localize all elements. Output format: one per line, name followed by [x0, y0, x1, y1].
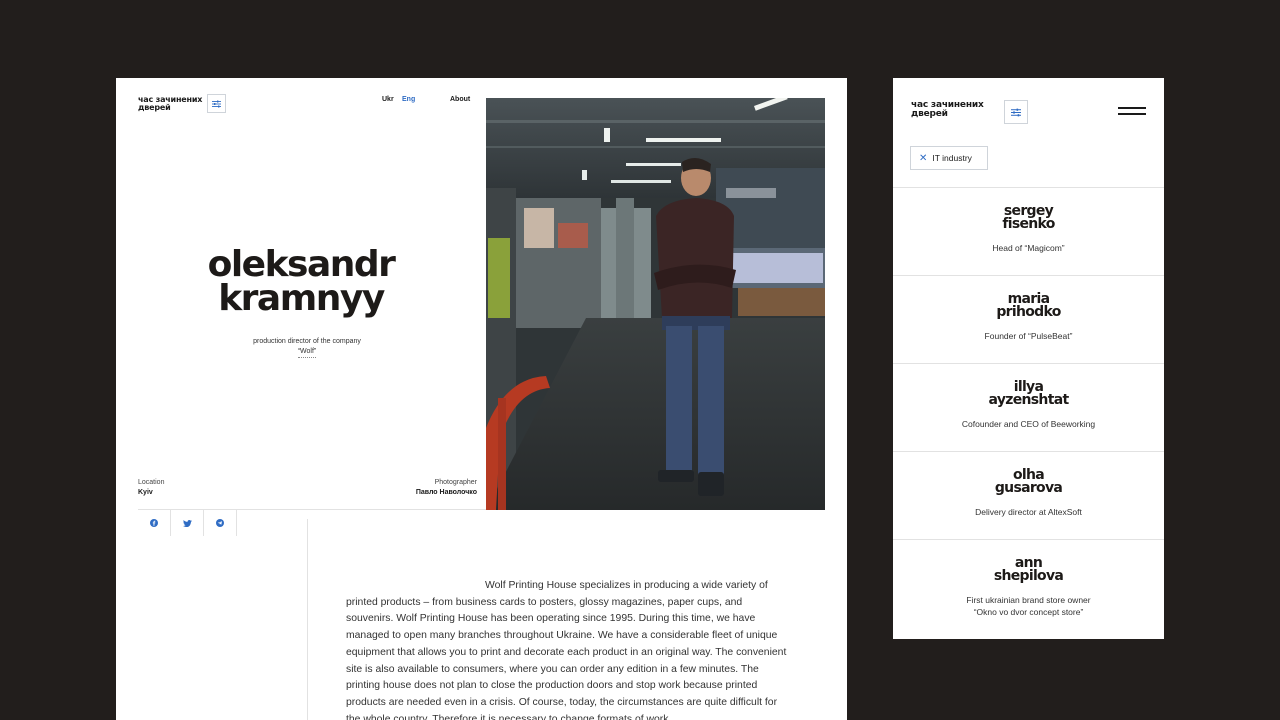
list-item[interactable]: sergey fisenko Head of “Magicom” [893, 187, 1164, 275]
menu-icon[interactable] [1118, 107, 1146, 115]
telegram-icon [216, 519, 224, 527]
list-item[interactable]: olha gusarova Delivery director at Altex… [893, 451, 1164, 539]
column-divider [307, 519, 308, 720]
role-line: Founder of “PulseBeat” [984, 331, 1073, 341]
person-role: Cofounder and CEO of Beeworking [893, 418, 1164, 430]
person-role: Founder of “PulseBeat” [893, 330, 1164, 342]
filter-chip-label: IT industry [932, 153, 972, 163]
last-name: ayzenshtat [988, 392, 1070, 408]
last-name: fisenko [1002, 216, 1055, 232]
last-name: shepilova [993, 568, 1064, 584]
mobile-site-logo[interactable]: час зачинених дверей [911, 101, 984, 119]
location-label: Location [138, 479, 165, 486]
person-name: oleksandr kramnyy [116, 244, 486, 319]
lang-eng-link[interactable]: Eng [402, 96, 415, 103]
sliders-icon [212, 100, 221, 107]
filter-button[interactable] [207, 94, 226, 113]
person-name: ann shepilova [893, 556, 1164, 584]
desktop-page-preview: час зачинених дверей Ukr Eng About oleks… [116, 78, 847, 720]
list-item[interactable]: maria prihodko Founder of “PulseBeat” [893, 275, 1164, 363]
location-block: Location Kyiv [138, 478, 164, 498]
person-role: Head of “Magicom” [893, 242, 1164, 254]
logo-line-2: дверей [138, 103, 171, 112]
last-name: gusarova [994, 480, 1063, 496]
person-role: Delivery director at AltexSoft [893, 506, 1164, 518]
list-item[interactable]: illya ayzenshtat Cofounder and CEO of Be… [893, 363, 1164, 451]
facebook-share-button[interactable] [138, 510, 171, 536]
twitter-share-button[interactable] [171, 510, 204, 536]
about-link[interactable]: About [450, 96, 470, 103]
photographer-value: Павло Наволочко [415, 489, 477, 496]
site-logo[interactable]: час зачинених дверей [138, 96, 202, 112]
portrait-photo [486, 98, 825, 510]
list-item[interactable]: ann shepilova First ukrainian brand stor… [893, 539, 1164, 627]
social-share-bar [138, 510, 237, 536]
role-line: First ukrainian brand store owner [966, 595, 1091, 605]
role-line: Cofounder and CEO of Beeworking [961, 419, 1096, 429]
person-first-name: oleksandr [207, 244, 396, 285]
mobile-filter-button[interactable] [1004, 100, 1028, 124]
article-text: Wolf Printing House specializes in produ… [346, 580, 787, 720]
person-role: production director of the company “Wolf… [116, 337, 498, 358]
active-filter-chip[interactable]: ✕ IT industry [910, 146, 988, 170]
telegram-share-button[interactable] [204, 510, 237, 536]
person-role: First ukrainian brand store owner “Okno … [893, 594, 1164, 618]
facebook-icon [150, 519, 158, 527]
location-value: Kyiv [138, 489, 153, 496]
role-line: Delivery director at AltexSoft [975, 507, 1082, 517]
role-line-2: “Okno vo dvor concept store” [973, 607, 1084, 617]
role-line: Head of “Magicom” [992, 243, 1065, 253]
person-role-text: production director of the company [253, 338, 361, 345]
article-body: Wolf Printing House specializes in produ… [346, 578, 791, 720]
company-link[interactable]: “Wolf” [297, 347, 317, 358]
person-name: illya ayzenshtat [893, 380, 1164, 408]
photographer-block: Photographer Павло Наволочко [416, 478, 477, 498]
photographer-label: Photographer [434, 479, 477, 486]
last-name: prihodko [996, 304, 1061, 320]
close-icon[interactable]: ✕ [919, 153, 927, 164]
person-last-name: kramnyy [218, 278, 385, 319]
lang-ukr-link[interactable]: Ukr [382, 96, 394, 103]
person-name: maria prihodko [893, 292, 1164, 320]
people-list: sergey fisenko Head of “Magicom” maria p… [893, 187, 1164, 627]
logo-line-2: дверей [911, 109, 948, 119]
person-name: olha gusarova [893, 468, 1164, 496]
person-name: sergey fisenko [893, 204, 1164, 232]
sliders-icon [1011, 108, 1021, 116]
mobile-list-preview: час зачинених дверей ✕ IT industry serge… [893, 78, 1164, 639]
twitter-icon [182, 519, 192, 527]
